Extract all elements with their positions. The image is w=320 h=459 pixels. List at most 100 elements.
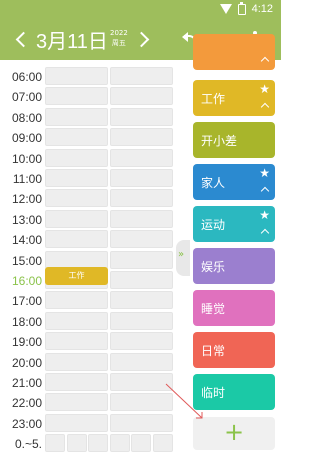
time-slot[interactable]	[45, 128, 108, 147]
time-slot[interactable]	[45, 434, 65, 453]
time-slot[interactable]	[153, 434, 173, 453]
status-time: 4:12	[251, 3, 273, 15]
category-card[interactable]: 睡觉	[193, 290, 275, 326]
hour-row: 06:00	[0, 66, 176, 86]
chevron-up-icon	[260, 102, 270, 112]
hour-label: 17:00	[11, 294, 42, 309]
time-slot[interactable]	[88, 434, 109, 453]
category-card[interactable]: 家人 ★	[193, 164, 275, 200]
category-label: 娱乐	[201, 260, 226, 274]
time-slot[interactable]	[110, 148, 173, 167]
time-slot[interactable]	[110, 352, 173, 371]
category-card[interactable]: 开小差	[193, 122, 275, 158]
time-slot[interactable]	[66, 434, 87, 453]
category-label: 运动	[201, 218, 226, 232]
category-card[interactable]: 日常	[193, 332, 275, 368]
star-icon[interactable]: ★	[259, 208, 270, 222]
hour-row-night: 0.~5.	[0, 433, 176, 453]
chevron-left-icon[interactable]	[14, 28, 30, 52]
time-slot[interactable]	[110, 128, 173, 147]
hour-row: 14:00	[0, 229, 176, 249]
hour-row: 09:00	[0, 127, 176, 147]
add-category-button[interactable]: +	[193, 417, 275, 450]
hour-label: 22:00	[11, 396, 42, 411]
time-slot[interactable]	[45, 413, 108, 432]
status-bar: 4:12	[0, 0, 281, 20]
category-card[interactable]: 临时	[193, 374, 275, 410]
hour-label: 14:00	[11, 233, 42, 248]
category-label: 睡觉	[201, 302, 226, 316]
time-slot[interactable]	[110, 311, 173, 330]
hour-label: 23:00	[11, 416, 42, 431]
time-slot[interactable]	[110, 209, 173, 228]
hour-label: 11:00	[12, 172, 42, 186]
hour-row: 13:00	[0, 209, 176, 229]
year-label: 2022	[110, 29, 128, 37]
time-slot[interactable]	[110, 291, 173, 310]
time-slot[interactable]	[45, 311, 108, 330]
time-slot[interactable]	[110, 250, 173, 269]
hour-label: 18:00	[11, 314, 42, 329]
category-card[interactable]: 工作 ★	[193, 80, 275, 116]
time-slot[interactable]	[45, 148, 108, 167]
hour-label-night: 0.~5.	[14, 437, 42, 452]
time-slot[interactable]	[110, 413, 173, 432]
category-card[interactable]: 运动 ★	[193, 206, 275, 242]
hour-label: 20:00	[11, 355, 42, 370]
category-card[interactable]: 娱乐	[193, 248, 275, 284]
time-slot[interactable]	[110, 393, 173, 412]
hour-row: 19:00	[0, 331, 176, 351]
time-slot[interactable]	[45, 169, 108, 187]
hour-label: 10:00	[11, 151, 42, 166]
time-slot[interactable]	[110, 169, 173, 187]
star-icon[interactable]: ★	[259, 82, 270, 96]
chevron-up-icon	[260, 228, 270, 238]
category-panel: 工作 ★ 开小差家人 ★ 运动 ★ 娱乐睡觉日常临时 +	[188, 34, 281, 459]
hour-label: 13:00	[11, 212, 42, 227]
time-slot[interactable]	[45, 291, 108, 310]
time-slot[interactable]	[45, 352, 108, 371]
category-partial[interactable]	[193, 34, 275, 70]
time-slot[interactable]	[109, 434, 130, 453]
time-slot[interactable]	[45, 250, 108, 269]
time-slot[interactable]	[45, 373, 108, 391]
time-slot[interactable]	[45, 332, 108, 351]
time-slot[interactable]	[45, 393, 108, 412]
hour-row: 22:00	[0, 392, 176, 412]
time-slot[interactable]	[110, 189, 173, 208]
time-slot[interactable]	[45, 67, 108, 85]
current-date[interactable]: 3月11日	[36, 25, 108, 54]
hour-row: 23:00	[0, 413, 176, 433]
time-slot[interactable]	[110, 373, 173, 391]
time-slot[interactable]	[110, 332, 173, 351]
hour-label: 21:00	[11, 376, 42, 390]
time-slot[interactable]	[45, 87, 108, 106]
time-slot[interactable]	[110, 230, 173, 249]
chevron-right-icon[interactable]	[136, 28, 152, 52]
category-label: 日常	[201, 344, 226, 358]
hour-row: 11:00	[0, 168, 176, 188]
category-label: 工作	[201, 92, 226, 106]
time-slot[interactable]	[110, 107, 173, 126]
hour-label: 06:00	[11, 70, 42, 84]
time-slot[interactable]	[131, 434, 152, 453]
category-label: 临时	[201, 386, 226, 400]
hour-label: 09:00	[11, 131, 42, 146]
hour-row: 17:00	[0, 290, 176, 310]
time-slot[interactable]	[45, 107, 108, 126]
hour-row: 08:00	[0, 107, 176, 127]
hour-row: 20:00	[0, 352, 176, 372]
wifi-icon	[219, 4, 232, 14]
time-slot[interactable]	[45, 209, 108, 228]
time-slot[interactable]	[110, 67, 173, 85]
event-block[interactable]: 工作	[45, 267, 108, 285]
category-label: 家人	[201, 176, 226, 190]
time-slot[interactable]	[110, 87, 173, 106]
time-slot[interactable]	[45, 189, 108, 208]
time-slot[interactable]	[110, 271, 173, 289]
hour-label: 07:00	[11, 90, 42, 105]
star-icon[interactable]: ★	[259, 166, 270, 180]
time-slot[interactable]	[45, 230, 108, 249]
hour-row: 07:00	[0, 86, 176, 106]
hour-row: 10:00	[0, 148, 176, 168]
